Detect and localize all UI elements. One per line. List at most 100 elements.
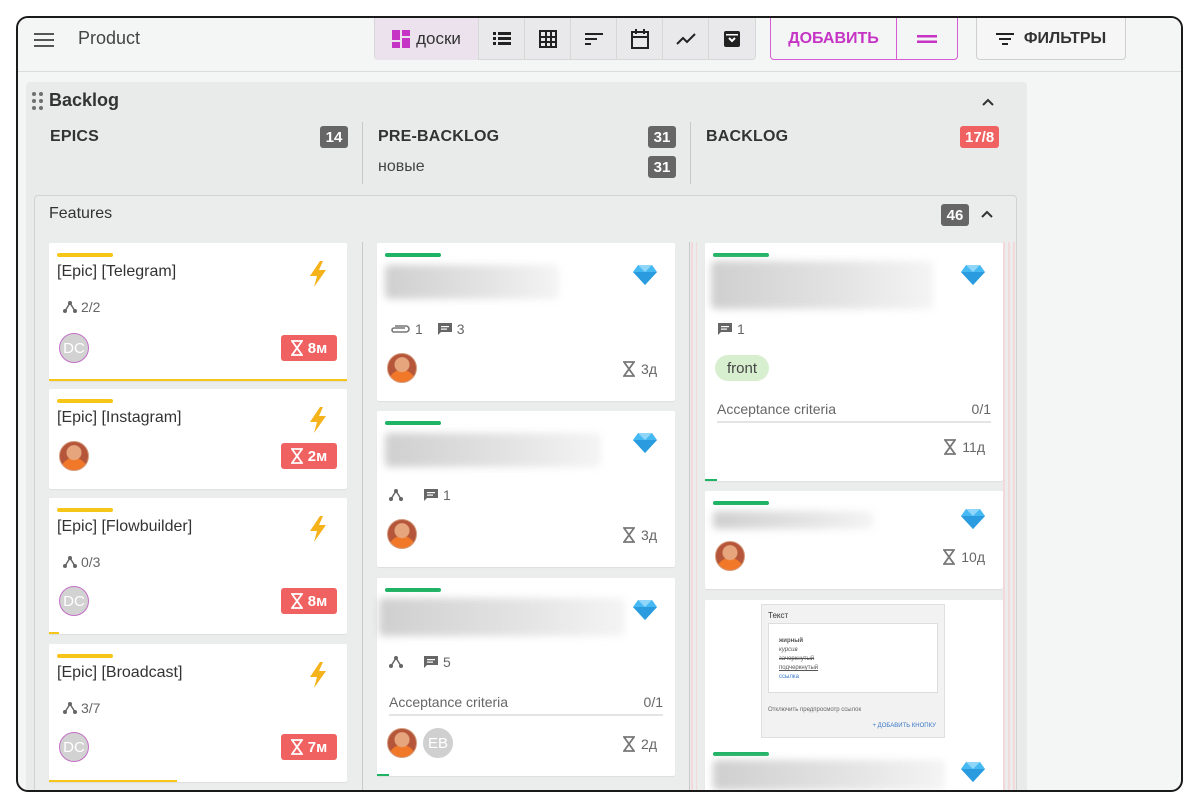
acceptance-value: 0/1 [643, 694, 663, 710]
add-button[interactable]: ДОБАВИТЬ [771, 18, 897, 59]
hourglass-icon [290, 448, 303, 464]
hourglass-icon [623, 361, 636, 377]
acceptance-value: 0/1 [971, 401, 991, 417]
card-meta: 1 [389, 487, 451, 503]
overdue-timer-badge: 7м [281, 734, 337, 760]
avatar[interactable] [59, 441, 89, 471]
hourglass-icon [290, 593, 303, 609]
chart-icon [675, 33, 696, 45]
card-stripe [57, 508, 113, 512]
timer-value: 11д [962, 439, 985, 455]
task-card[interactable]: 1 3д [377, 411, 675, 567]
view-boards-label: доски [416, 29, 461, 48]
subtasks-icon [63, 556, 77, 568]
mock-line: жирный [779, 638, 804, 644]
filters-button[interactable]: ФИЛЬТРЫ [976, 18, 1126, 60]
card-stripe [713, 752, 769, 756]
avatar[interactable]: EB [423, 728, 453, 758]
tag-chip[interactable]: front [715, 355, 770, 381]
card-stripe [385, 421, 441, 425]
chevron-up-icon[interactable] [978, 92, 998, 112]
card-meta: 1 3 [389, 321, 465, 337]
card-stripe [57, 399, 113, 403]
timer-value: 2м [307, 447, 328, 465]
card-cover-image: Текст жирный курсив зачеркнутый подчеркн… [761, 604, 945, 738]
task-card[interactable]: 1 3 3д [377, 243, 675, 401]
blurred-title [713, 511, 873, 529]
diamond-icon [961, 509, 985, 529]
timer-value: 3д [641, 361, 657, 377]
app-window: Product доски ДОБАВИТЬ ФИЛЬТРЫ Backlog E… [16, 16, 1183, 792]
add-options-button[interactable] [897, 18, 957, 59]
view-archive-button[interactable] [709, 18, 755, 60]
task-card[interactable]: 5 Acceptance criteria 0/1 EB 2д [377, 578, 675, 776]
avatar[interactable] [387, 353, 417, 383]
avatar[interactable] [387, 728, 417, 758]
task-card[interactable]: 10д [705, 491, 1003, 589]
column-subcount-badge: 31 [648, 156, 676, 178]
acceptance-criteria[interactable]: Acceptance criteria 0/1 [717, 401, 991, 423]
avatar[interactable]: DC [59, 586, 89, 616]
epic-card[interactable]: [Epic] [Telegram] 2/2 DC 8м [49, 243, 347, 381]
view-table-button[interactable] [525, 18, 571, 60]
hourglass-icon [290, 739, 303, 755]
timer: 2д [623, 736, 657, 752]
column-name: EPICS [50, 128, 100, 145]
subtasks-icon [63, 301, 77, 313]
avatar[interactable] [387, 519, 417, 549]
column-count-badge: 31 [648, 126, 676, 148]
acceptance-label: Acceptance criteria [717, 401, 837, 417]
card-stripe [57, 253, 113, 257]
avatar[interactable] [715, 541, 745, 571]
avatar[interactable]: DC [59, 732, 89, 762]
timer-value: 8м [307, 339, 328, 357]
table-icon [538, 30, 557, 48]
mock-line: ссылка [779, 674, 799, 680]
task-card[interactable]: Текст жирный курсив зачеркнутый подчеркн… [705, 600, 1003, 790]
column-divider [690, 122, 691, 184]
view-calendar-button[interactable] [617, 18, 663, 60]
timer-value: 8м [307, 592, 328, 610]
column-backlog: BACKLOG 17/8 [706, 126, 1006, 184]
drag-handle-icon[interactable] [32, 91, 43, 110]
subtask-counter: 0/3 [63, 554, 100, 570]
view-boards-button[interactable]: доски [375, 18, 479, 60]
features-swimlane: Features 46 [Epic] [Telegram] 2/2 DC 8м [34, 195, 1017, 790]
column-name: PRE-BACKLOG [378, 128, 500, 145]
card-title: [Epic] [Telegram] [57, 263, 177, 280]
overdue-timer-badge: 2м [281, 443, 337, 469]
hourglass-icon [623, 736, 636, 752]
task-card[interactable]: 1 front Acceptance criteria 0/1 11д [705, 243, 1003, 481]
avatar[interactable]: DC [59, 333, 89, 363]
board-title: Backlog [49, 90, 120, 110]
view-sort-button[interactable] [571, 18, 617, 60]
lightning-icon [310, 261, 326, 287]
comment-icon [424, 656, 438, 668]
overdue-timer-badge: 8м [281, 588, 337, 614]
card-stripe [57, 654, 113, 658]
subtask-counter: 2/2 [63, 299, 100, 315]
swimlane-title: Features [49, 205, 113, 222]
acceptance-criteria[interactable]: Acceptance criteria 0/1 [389, 694, 663, 716]
comment-icon [437, 323, 452, 335]
comment-count: 1 [737, 321, 745, 337]
timer: 11д [944, 439, 985, 455]
lightning-icon [310, 662, 326, 688]
backlog-board: Backlog EPICS 14 PRE-BACKLOG 31 новые 31… [26, 82, 1027, 790]
card-meta: 5 [389, 654, 451, 670]
view-list-button[interactable] [479, 18, 525, 60]
attachment-count: 1 [415, 321, 423, 337]
view-chart-button[interactable] [663, 18, 709, 60]
timer: 3д [623, 527, 657, 543]
lane-hatch [691, 242, 697, 790]
menu-icon[interactable] [32, 28, 58, 52]
filters-label: ФИЛЬТРЫ [1023, 29, 1107, 47]
epic-card[interactable]: [Epic] [Broadcast] 3/7 DC 7м [49, 644, 347, 782]
chevron-up-icon[interactable] [977, 204, 997, 224]
epic-card[interactable]: [Epic] [Flowbuilder] 0/3 DC 8м [49, 498, 347, 634]
subtasks-icon [389, 656, 403, 668]
epic-card[interactable]: [Epic] [Instagram] 2м [49, 389, 347, 489]
timer-value: 7м [307, 738, 328, 756]
swimlane-count-badge: 46 [941, 204, 969, 226]
timer: 10д [943, 549, 985, 565]
